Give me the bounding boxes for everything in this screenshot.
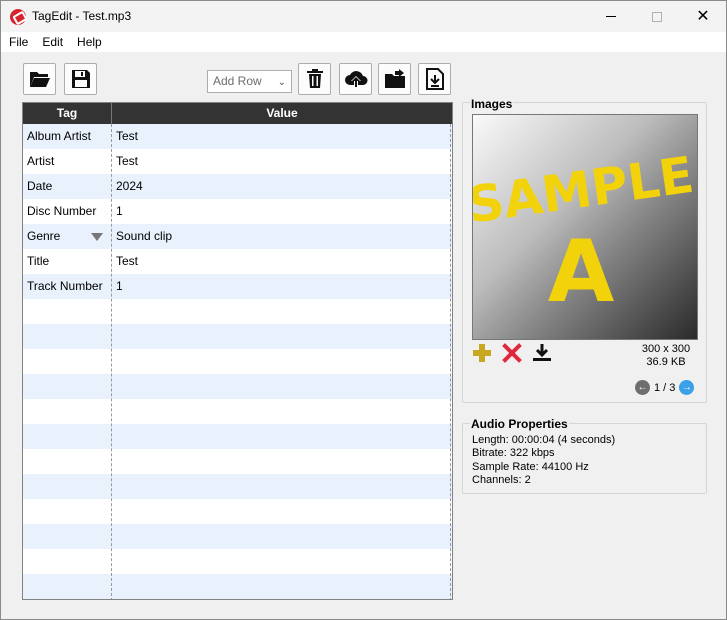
open-folder-icon (29, 72, 50, 87)
trash-icon (306, 69, 323, 88)
tag-cell[interactable]: Track Number (27, 274, 103, 299)
download-icon (533, 344, 551, 361)
table-row[interactable]: Track Number 1 (23, 274, 452, 299)
tag-cell[interactable]: Title (27, 249, 49, 274)
save-button[interactable] (64, 63, 97, 95)
empty-table-row[interactable] (23, 524, 452, 549)
remove-image-button[interactable] (501, 342, 523, 364)
menu-bar: File Edit Help (1, 32, 726, 52)
value-cell[interactable]: Sound clip (116, 224, 172, 249)
prev-image-button[interactable]: ← (635, 380, 650, 395)
minimize-button[interactable] (588, 1, 634, 32)
add-row-label: Add Row (213, 74, 262, 88)
maximize-icon (652, 11, 662, 22)
save-icon (71, 70, 90, 88)
tag-table: Tag Value Album Artist Test Artist Test … (22, 102, 453, 600)
sample-text-line2: A (548, 222, 615, 322)
audio-properties-title: Audio Properties (470, 417, 569, 431)
value-cell[interactable]: Test (116, 124, 138, 149)
column-header-tag[interactable]: Tag (23, 103, 112, 124)
window-title: TagEdit - Test.mp3 (32, 9, 132, 23)
menu-help[interactable]: Help (69, 32, 108, 52)
add-image-button[interactable] (471, 342, 493, 364)
arrow-right-icon: → (681, 382, 692, 393)
audio-properties-list: Length: 00:00:04 (4 seconds) Bitrate: 32… (472, 434, 615, 487)
table-row[interactable]: Genre Sound clip (23, 224, 452, 249)
table-row[interactable]: Title Test (23, 249, 452, 274)
menu-file[interactable]: File (1, 32, 34, 52)
menu-edit[interactable]: Edit (34, 32, 69, 52)
empty-table-row[interactable] (23, 399, 452, 424)
maximize-button[interactable] (634, 1, 680, 32)
images-title: Images (470, 97, 514, 111)
audio-sample-rate: Sample Rate: 44100 Hz (472, 460, 589, 473)
chevron-down-icon: ⌄ (277, 77, 286, 88)
cloud-upload-icon (344, 71, 367, 87)
sample-artwork: SAMPLE A (464, 146, 697, 322)
audio-length: Length: 00:00:04 (4 seconds) (472, 434, 616, 446)
close-button[interactable]: ✕ (680, 1, 726, 32)
close-icon: ✕ (696, 7, 710, 25)
empty-table-row[interactable] (23, 299, 452, 324)
audio-channels: Channels: 2 (472, 473, 531, 486)
folder-export-icon (384, 69, 405, 88)
genre-dropdown-icon[interactable] (91, 233, 103, 241)
empty-table-row[interactable] (23, 349, 452, 374)
title-bar: TagEdit - Test.mp3 ✕ (1, 1, 726, 32)
column-header-value[interactable]: Value (112, 103, 452, 124)
download-file-button[interactable] (418, 63, 451, 95)
empty-table-row[interactable] (23, 424, 452, 449)
value-cell[interactable]: Test (116, 149, 138, 174)
empty-table-row[interactable] (23, 499, 452, 524)
plus-icon (473, 344, 491, 362)
tag-app-icon (10, 9, 26, 25)
table-row[interactable]: Disc Number 1 (23, 199, 452, 224)
minimize-icon (606, 16, 616, 17)
image-info: 300 x 300 36.9 KB (621, 343, 711, 369)
tag-cell[interactable]: Genre (27, 224, 60, 249)
image-size: 36.9 KB (646, 356, 686, 368)
value-cell[interactable]: 2024 (116, 174, 143, 199)
empty-table-row[interactable] (23, 374, 452, 399)
column-divider[interactable] (111, 124, 112, 599)
main-window: TagEdit - Test.mp3 ✕ File Edit Help Add … (0, 0, 727, 620)
file-download-icon (425, 68, 444, 90)
export-folder-button[interactable] (378, 63, 411, 95)
table-body: Album Artist Test Artist Test Date 2024 … (23, 124, 452, 599)
empty-table-row[interactable] (23, 549, 452, 574)
open-button[interactable] (23, 63, 56, 95)
arrow-left-icon: ← (637, 382, 648, 393)
table-row[interactable]: Album Artist Test (23, 124, 452, 149)
audio-bitrate: Bitrate: 322 kbps (472, 447, 555, 460)
tag-cell[interactable]: Album Artist (27, 124, 91, 149)
tag-cell[interactable]: Disc Number (27, 199, 96, 224)
delete-button[interactable] (298, 63, 331, 95)
remove-x-icon (502, 343, 522, 363)
table-row[interactable]: Artist Test (23, 149, 452, 174)
empty-table-row[interactable] (23, 324, 452, 349)
empty-table-row[interactable] (23, 449, 452, 474)
table-header: Tag Value (23, 103, 452, 124)
column-divider-right (450, 124, 451, 599)
empty-table-row[interactable] (23, 574, 452, 599)
empty-table-row[interactable] (23, 474, 452, 499)
table-row[interactable]: Date 2024 (23, 174, 452, 199)
cover-image[interactable]: SAMPLE A (464, 114, 698, 340)
tag-cell[interactable]: Artist (27, 149, 54, 174)
upload-button[interactable] (339, 63, 372, 95)
tag-cell[interactable]: Date (27, 174, 52, 199)
value-cell[interactable]: 1 (116, 274, 123, 299)
value-cell[interactable]: 1 (116, 199, 123, 224)
image-pager: ← 1 / 3 → (635, 380, 695, 395)
add-row-dropdown[interactable]: Add Row ⌄ (207, 70, 292, 93)
value-cell[interactable]: Test (116, 249, 138, 274)
image-page-indicator: 1 / 3 (654, 381, 676, 394)
save-image-button[interactable] (531, 342, 553, 364)
next-image-button[interactable]: → (679, 380, 695, 395)
image-dimensions: 300 x 300 (641, 343, 691, 355)
